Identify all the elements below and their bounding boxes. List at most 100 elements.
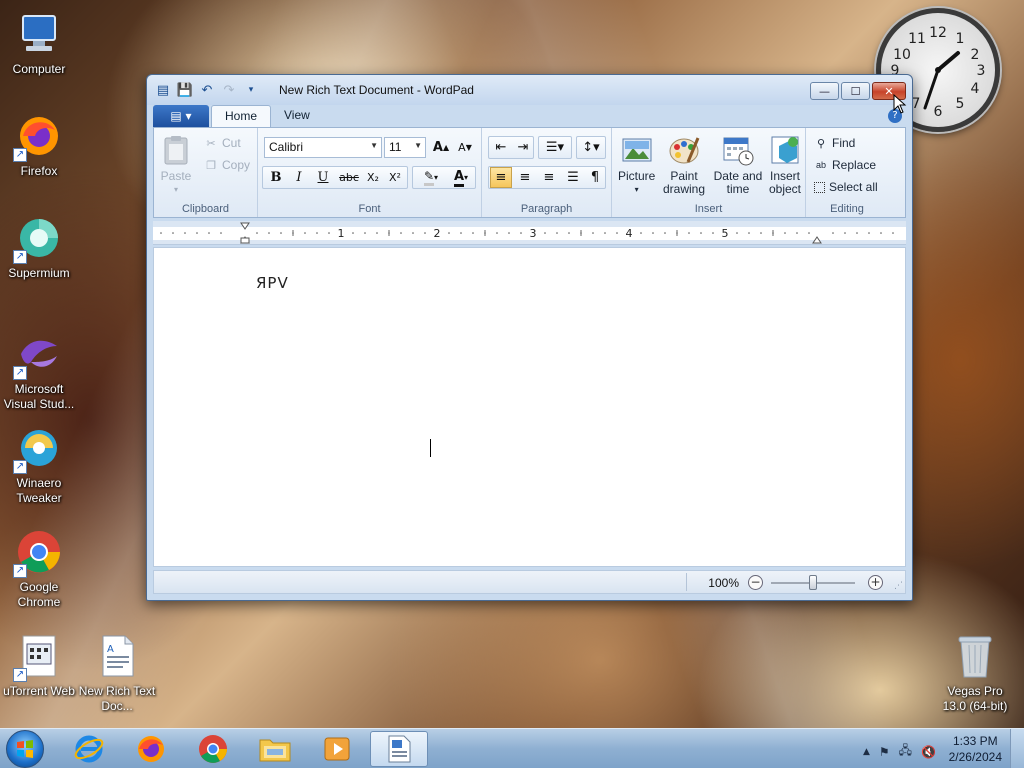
taskbar-firefox[interactable] [122, 731, 180, 767]
document-area[interactable]: ЯPV [153, 247, 906, 567]
text-color-button[interactable]: A ▾ [446, 167, 476, 188]
start-button[interactable] [6, 730, 44, 768]
subscript-button[interactable]: X₂ [362, 167, 384, 188]
insert-object-button[interactable]: Insert object [764, 134, 806, 196]
find-button[interactable]: ⚲ Find [814, 136, 855, 150]
undo-icon[interactable]: ↶ [199, 82, 215, 98]
select-all-button[interactable]: Select all [814, 180, 878, 194]
chrome-icon: ↗ [13, 528, 63, 578]
firefox-icon: ↗ [13, 112, 63, 162]
font-size-select[interactable]: 11 ▼ [384, 137, 426, 158]
wordpad-app-icon[interactable]: ▤ [155, 82, 171, 98]
replace-button[interactable]: ab Replace [814, 158, 876, 172]
maximize-button[interactable]: ☐ [841, 82, 870, 100]
network-icon[interactable]: 🖧 [899, 741, 912, 762]
paint-drawing-button[interactable]: Paint drawing [662, 134, 706, 196]
clock-number-2: 2 [971, 47, 980, 63]
highlight-color-button[interactable]: ✎ ▾ [416, 167, 446, 188]
show-desktop-button[interactable] [1010, 729, 1024, 768]
date-time-button[interactable]: Date and time [712, 134, 764, 196]
left-indent-marker[interactable] [240, 237, 250, 244]
font-family-value: Calibri [269, 140, 304, 154]
align-left-icon[interactable]: ≡ [490, 167, 512, 188]
justify-icon[interactable]: ☰ [562, 167, 584, 188]
show-hidden-icons-icon[interactable]: ▲ [863, 747, 870, 757]
status-divider [686, 573, 687, 591]
bullet-list-icon[interactable]: ☰▾ [540, 137, 570, 158]
picture-button[interactable]: Picture ▾ [618, 134, 655, 196]
grow-font-button[interactable]: A ▲ [430, 137, 452, 158]
taskbar-clock[interactable]: 1:33 PM 2/26/2024 [949, 733, 1002, 765]
volume-muted-icon[interactable]: 🔇 [921, 745, 936, 759]
zoom-out-button[interactable]: − [748, 575, 763, 590]
font-family-select[interactable]: Calibri ▼ [264, 137, 382, 158]
shrink-font-button[interactable]: A ▼ [454, 137, 476, 158]
decrease-indent-icon[interactable]: ⇤ [490, 137, 512, 158]
paste-button[interactable]: Paste ▾ [160, 134, 192, 196]
italic-button[interactable]: I [288, 167, 310, 188]
desktop-icon-firefox[interactable]: ↗ Firefox [0, 112, 80, 179]
tray-time: 1:33 PM [952, 734, 998, 748]
paste-label: Paste [160, 169, 192, 183]
text-caret [430, 439, 431, 457]
clock-minute-hand [923, 68, 940, 110]
desktop-icon-supermium[interactable]: ↗ Supermium [0, 214, 80, 281]
align-right-icon[interactable]: ≡ [538, 167, 560, 188]
shrink-font-label: A [458, 141, 466, 154]
desktop-icon-label: Microsoft Visual Stud... [3, 382, 75, 411]
chrome-icon [199, 735, 227, 763]
chevron-down-icon: ▾ [464, 173, 469, 182]
save-icon[interactable]: 💾 [177, 82, 193, 98]
desktop-icon-computer[interactable]: Computer [0, 10, 80, 77]
desktop-icon-rtf-document[interactable]: A New Rich Text Doc... [76, 632, 158, 714]
desktop-icon-chrome[interactable]: ↗ Google Chrome [0, 528, 80, 610]
customize-toolbar-icon[interactable]: ▾ [243, 82, 259, 98]
app-menu-button[interactable]: ▤ ▾ [153, 105, 209, 127]
taskbar-chrome[interactable] [184, 731, 242, 767]
copy-button[interactable]: ❐ Copy [204, 158, 250, 172]
paragraph-settings-icon[interactable]: ¶ [584, 167, 606, 188]
taskbar-file-explorer[interactable] [246, 731, 304, 767]
superscript-button[interactable]: X² [384, 167, 406, 188]
document-text[interactable]: ЯPV [256, 274, 289, 292]
ruler-number: 2 [434, 227, 441, 240]
action-center-flag-icon[interactable]: ⚑ [879, 745, 890, 759]
desktop-icon-label: Computer [12, 62, 66, 76]
scissors-icon: ✂ [206, 137, 216, 150]
taskbar-wordpad[interactable] [370, 731, 428, 767]
cut-button[interactable]: ✂ Cut [204, 136, 240, 150]
desktop-icon-utorrent[interactable]: ↗ uTorrent Web [0, 632, 80, 699]
windows-logo-icon [17, 740, 33, 758]
bold-button[interactable]: B [265, 167, 287, 188]
desktop-icon-label: uTorrent Web [3, 684, 75, 698]
tab-home[interactable]: Home [211, 105, 272, 127]
resize-grip-icon[interactable]: ⋰ [894, 581, 903, 591]
quick-access-toolbar: ▤ 💾 ↶ ↷ ▾ [155, 82, 259, 98]
underline-button[interactable]: U [312, 167, 334, 188]
minimize-button[interactable]: — [810, 82, 839, 100]
right-indent-marker[interactable] [812, 236, 822, 244]
zoom-in-button[interactable]: + [868, 575, 883, 590]
font-group: Calibri ▼ 11 ▼ A ▲ A ▼ B I U abc X₂ X² ✎ ▾ [258, 128, 482, 217]
desktop-icon-label: Supermium [8, 266, 70, 280]
title-bar[interactable]: ▤ 💾 ↶ ↷ ▾ New Rich Text Document - WordP… [147, 75, 912, 105]
strikethrough-button[interactable]: abc [336, 167, 362, 188]
shortcut-arrow-icon: ↗ [13, 250, 27, 264]
ruler[interactable]: 1 2 3 4 5 [153, 221, 906, 245]
tab-view[interactable]: View [271, 105, 323, 127]
first-line-indent-marker[interactable] [240, 222, 250, 230]
taskbar-internet-explorer[interactable] [60, 731, 118, 767]
redo-icon[interactable]: ↷ [221, 82, 237, 98]
zoom-slider-thumb[interactable] [809, 575, 817, 590]
taskbar-media-player[interactable] [308, 731, 366, 767]
line-spacing-icon[interactable]: ↕▾ [578, 137, 604, 158]
desktop-icon-vegas-pro[interactable]: Vegas Pro 13.0 (64-bit) [934, 632, 1016, 714]
group-label-clipboard: Clipboard [181, 203, 230, 215]
align-center-icon[interactable]: ≡ [514, 167, 536, 188]
clock-number-11: 11 [908, 31, 926, 47]
picture-label: Picture [618, 169, 656, 183]
shortcut-arrow-icon: ↗ [13, 460, 27, 474]
desktop-icon-winaero[interactable]: ↗ Winaero Tweaker [0, 424, 80, 506]
increase-indent-icon[interactable]: ⇥ [512, 137, 534, 158]
desktop-icon-visual-studio[interactable]: ↗ Microsoft Visual Stud... [0, 330, 80, 412]
